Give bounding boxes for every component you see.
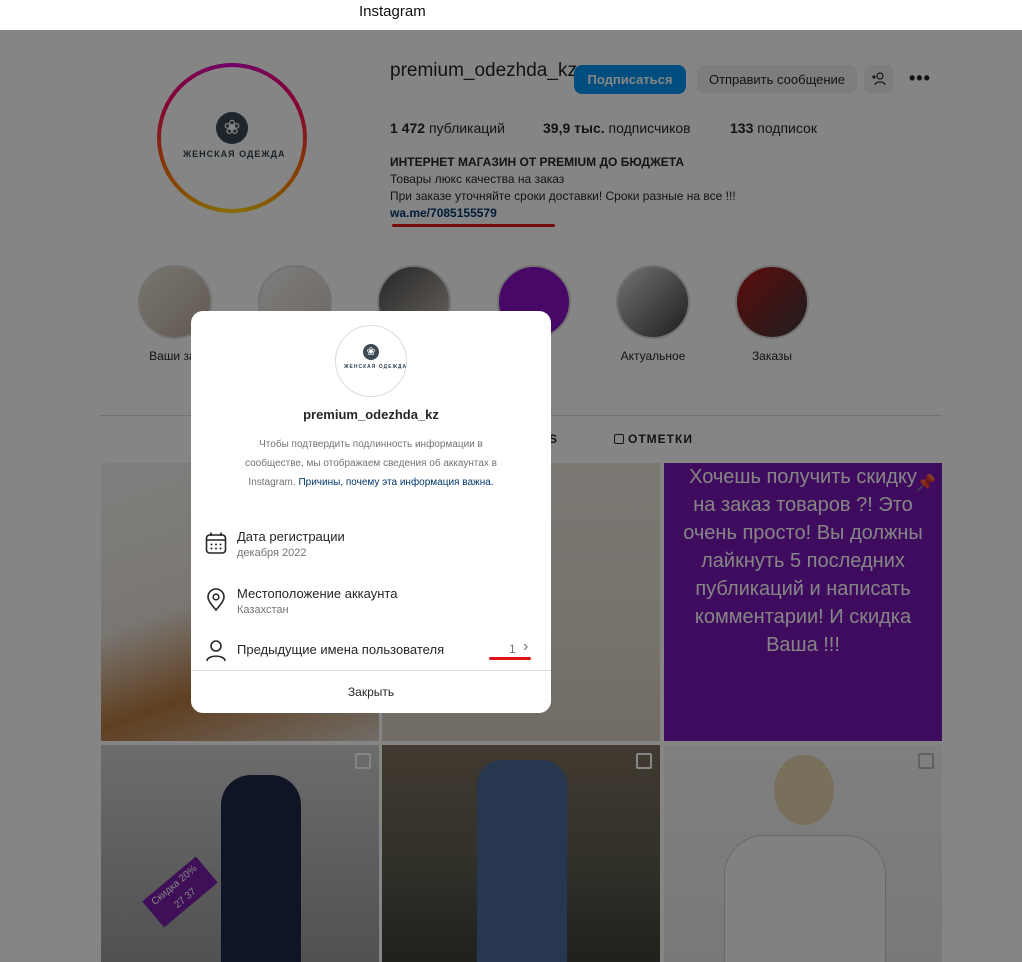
former-usernames-title: Предыдущие имена пользователя: [237, 642, 445, 657]
window-titlebar: Instagram: [0, 0, 1022, 30]
flower-logo-icon: ❀: [363, 344, 379, 360]
window-title: Instagram: [359, 3, 426, 20]
annotation-underline: [489, 657, 531, 660]
modal-username: premium_odezhda_kz: [303, 407, 439, 422]
former-usernames-count: 1: [509, 642, 516, 656]
account-location-title: Местоположение аккаунта: [237, 586, 398, 601]
modal-logo-text: ЖЕНСКАЯ ОДЕЖДА: [344, 364, 408, 370]
modal-avatar: ❀ ЖЕНСКАЯ ОДЕЖДА: [335, 325, 407, 397]
about-account-modal: ❀ ЖЕНСКАЯ ОДЕЖДА premium_odezhda_kz Чтоб…: [191, 311, 551, 713]
account-location-value: Казахстан: [237, 604, 289, 616]
account-location-row: Местоположение аккаунта Казахстан: [205, 584, 537, 624]
modal-description: Чтобы подтвердить подлинность информации…: [229, 435, 513, 492]
location-pin-icon: [207, 588, 225, 612]
registration-date-row: Дата регистрации декабря 2022: [205, 527, 537, 567]
person-icon: [206, 640, 226, 662]
registration-date-title: Дата регистрации: [237, 529, 345, 544]
chevron-right-icon: ›: [523, 638, 529, 655]
former-usernames-row[interactable]: Предыдущие имена пользователя 1 ›: [205, 635, 537, 675]
registration-date-value: декабря 2022: [237, 547, 307, 559]
why-important-link[interactable]: Причины, почему эта информация важна.: [298, 477, 493, 488]
close-button[interactable]: Закрыть: [191, 671, 551, 713]
calendar-icon: [205, 532, 227, 554]
